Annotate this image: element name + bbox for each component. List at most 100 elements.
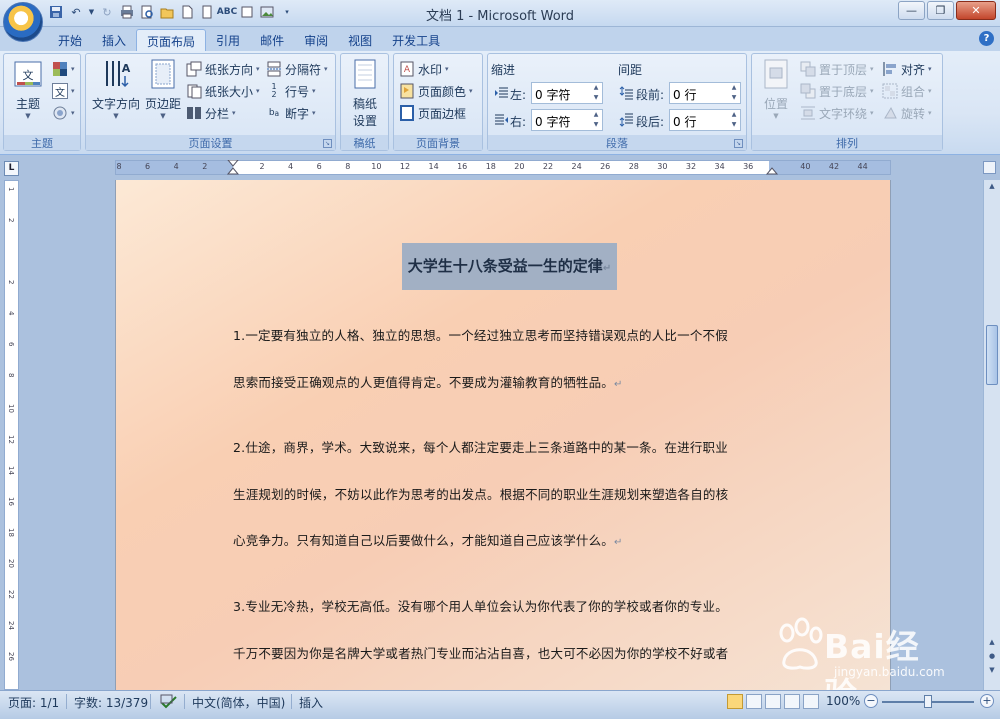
- tab-developer[interactable]: 开发工具: [382, 29, 450, 51]
- group-objects-button[interactable]: 组合 ▾: [882, 81, 932, 101]
- outline-view-button[interactable]: [784, 694, 800, 709]
- spacing-after-input[interactable]: 0 行 ▲ ▼: [669, 109, 741, 131]
- bring-to-front-button[interactable]: 置于顶层 ▾: [800, 59, 874, 79]
- body-line[interactable]: 思索而接受正确观点的人更值得肯定。不要成为灌输教育的牺牲品。↵: [233, 372, 623, 391]
- print-layout-view-button[interactable]: [727, 694, 743, 709]
- insert-mode-indicator[interactable]: 插入: [299, 694, 323, 711]
- minimize-button[interactable]: —: [898, 1, 925, 20]
- align-button[interactable]: 对齐 ▾: [882, 59, 932, 79]
- send-to-back-button[interactable]: 置于底层 ▾: [800, 81, 874, 101]
- zoom-in-button[interactable]: +: [980, 694, 994, 708]
- tab-mailings[interactable]: 邮件: [250, 29, 294, 51]
- scroll-up-button[interactable]: ▲: [986, 180, 998, 193]
- page-color-button[interactable]: 页面颜色 ▾: [399, 81, 473, 101]
- hyphenation-button[interactable]: ba 断字 ▾: [266, 103, 316, 123]
- restore-button[interactable]: ❐: [927, 1, 954, 20]
- size-button[interactable]: 纸张大小 ▾: [186, 81, 260, 101]
- vertical-ruler-number: 22: [7, 590, 15, 599]
- page-color-icon: [399, 83, 415, 99]
- ruler-number: 4: [288, 162, 294, 171]
- language-indicator[interactable]: 中文(简体，中国): [192, 694, 285, 711]
- position-label: 位置: [763, 97, 788, 111]
- tab-review[interactable]: 审阅: [294, 29, 338, 51]
- indent-right-input[interactable]: 0 字符 ▲ ▼: [531, 109, 603, 131]
- ruler-number: 44: [857, 162, 868, 171]
- indent-markers[interactable]: [227, 160, 239, 175]
- proofing-icon[interactable]: [160, 694, 178, 713]
- tab-selector[interactable]: L: [4, 161, 19, 176]
- body-line[interactable]: 千万不要因为你是名牌大学或者热门专业而沾沾自喜，也大可不必因为你的学校不好或者: [233, 643, 728, 662]
- zoom-out-button[interactable]: −: [864, 694, 878, 708]
- vertical-ruler-number: 20: [7, 559, 15, 568]
- vertical-ruler[interactable]: 1 2 2 4 6 8 10 12 14 16 18 20 22 24 26: [4, 180, 19, 690]
- position-button[interactable]: 位置 ▼: [756, 58, 796, 120]
- select-browse-object-button[interactable]: ●: [986, 650, 998, 663]
- body-line[interactable]: 2.仕途，商界，学术。大致说来，每个人都注定要走上三条道路中的某一条。在进行职业: [233, 437, 728, 456]
- ruler-number: 24: [571, 162, 582, 171]
- margins-button[interactable]: 页边距 ▼: [143, 58, 183, 120]
- view-ruler-button[interactable]: [983, 161, 996, 174]
- ruler-number: 30: [657, 162, 668, 171]
- rotate-button[interactable]: 旋转 ▾: [882, 103, 932, 123]
- svg-text:A: A: [404, 65, 411, 75]
- indent-right-spinner[interactable]: ▲ ▼: [591, 110, 601, 130]
- theme-fonts-button[interactable]: 文 ▾: [52, 81, 75, 101]
- spacing-before-spinner[interactable]: ▲ ▼: [729, 83, 739, 103]
- themes-button-label: 主题: [15, 97, 40, 111]
- theme-effects-button[interactable]: ▾: [52, 103, 75, 123]
- columns-button[interactable]: 分栏 ▾: [186, 103, 236, 123]
- orientation-button[interactable]: 纸张方向 ▾: [186, 59, 260, 79]
- document-heading[interactable]: 大学生十八条受益一生的定律↵: [402, 243, 617, 290]
- body-line[interactable]: 生涯规划的时候，不妨以此作为思考的出发点。根据不同的职业生涯规划来塑造各自的核: [233, 484, 728, 503]
- text-wrapping-button[interactable]: 文字环绕 ▾: [800, 103, 874, 123]
- close-button[interactable]: ✕: [956, 1, 996, 20]
- paragraph-mark: ↵: [602, 263, 612, 274]
- indent-left-spinner[interactable]: ▲ ▼: [591, 83, 601, 103]
- watermark-button[interactable]: A 水印 ▾: [399, 59, 449, 79]
- body-line[interactable]: 3.专业无冷热，学校无高低。没有哪个用人单位会认为你代表了你的学校或者你的专业。: [233, 596, 728, 615]
- margins-label: 页边距: [144, 97, 181, 111]
- word-count[interactable]: 字数: 13/379: [74, 694, 148, 711]
- manuscript-settings-label-2: 设置: [352, 114, 377, 128]
- body-line[interactable]: 心竞争力。只有知道自己以后要做什么，才能知道自己应该学什么。↵: [233, 530, 623, 549]
- tab-home[interactable]: 开始: [48, 29, 92, 51]
- web-layout-view-button[interactable]: [765, 694, 781, 709]
- zoom-level[interactable]: 100%: [826, 694, 860, 708]
- breaks-button[interactable]: 分隔符 ▾: [266, 59, 328, 79]
- indent-left-input[interactable]: 0 字符 ▲ ▼: [531, 82, 603, 104]
- manuscript-settings-button[interactable]: 稿纸 设置: [343, 58, 387, 129]
- line-numbers-button[interactable]: 12 行号 ▾: [266, 81, 315, 101]
- text-direction-button[interactable]: A 文字方向 ▼: [90, 58, 142, 120]
- spacing-after-spinner[interactable]: ▲ ▼: [729, 110, 739, 130]
- tab-page-layout[interactable]: 页面布局: [136, 29, 207, 51]
- right-indent-marker[interactable]: [766, 160, 778, 175]
- indent-right-label: 右:: [510, 115, 527, 129]
- watermark-icon: A: [399, 61, 415, 77]
- paragraph-dialog-launcher[interactable]: ↘: [734, 139, 743, 148]
- page-borders-button[interactable]: 页面边框: [399, 103, 466, 123]
- tab-insert[interactable]: 插入: [92, 29, 136, 51]
- spacing-before-value: 0 行: [673, 88, 697, 102]
- help-icon[interactable]: ?: [979, 31, 994, 46]
- document-page[interactable]: 大学生十八条受益一生的定律↵ 1.一定要有独立的人格、独立的思想。一个经过独立思…: [115, 180, 891, 690]
- ruler-number: 2: [202, 162, 208, 171]
- vertical-scrollbar[interactable]: ▲ ▲ ● ▼: [983, 180, 1000, 690]
- tab-view[interactable]: 视图: [338, 29, 382, 51]
- align-label: 对齐: [901, 62, 926, 77]
- zoom-slider-thumb[interactable]: [924, 695, 932, 708]
- full-screen-reading-view-button[interactable]: [746, 694, 762, 709]
- body-line[interactable]: 1.一定要有独立的人格、独立的思想。一个经过独立思考而坚持错误观点的人比一个不假: [233, 325, 728, 344]
- draft-view-button[interactable]: [803, 694, 819, 709]
- scrollbar-thumb[interactable]: [986, 325, 998, 385]
- themes-button[interactable]: 文 主题 ▼: [10, 58, 46, 120]
- previous-page-button[interactable]: ▲: [986, 636, 998, 649]
- tab-references[interactable]: 引用: [206, 29, 250, 51]
- theme-colors-button[interactable]: ▾: [52, 59, 75, 79]
- horizontal-ruler[interactable]: 8 6 4 2 2 4 6 8 10 12 14 16 18 20 22 24 26 28 30 32 34 36 40 42…: [115, 160, 891, 175]
- page-setup-dialog-launcher[interactable]: ↘: [323, 139, 332, 148]
- next-page-button[interactable]: ▼: [986, 664, 998, 677]
- office-button[interactable]: [3, 2, 43, 42]
- spacing-before-input[interactable]: 0 行 ▲ ▼: [669, 82, 741, 104]
- ruler-number: 32: [685, 162, 697, 171]
- page-count[interactable]: 页面: 1/1: [8, 694, 59, 711]
